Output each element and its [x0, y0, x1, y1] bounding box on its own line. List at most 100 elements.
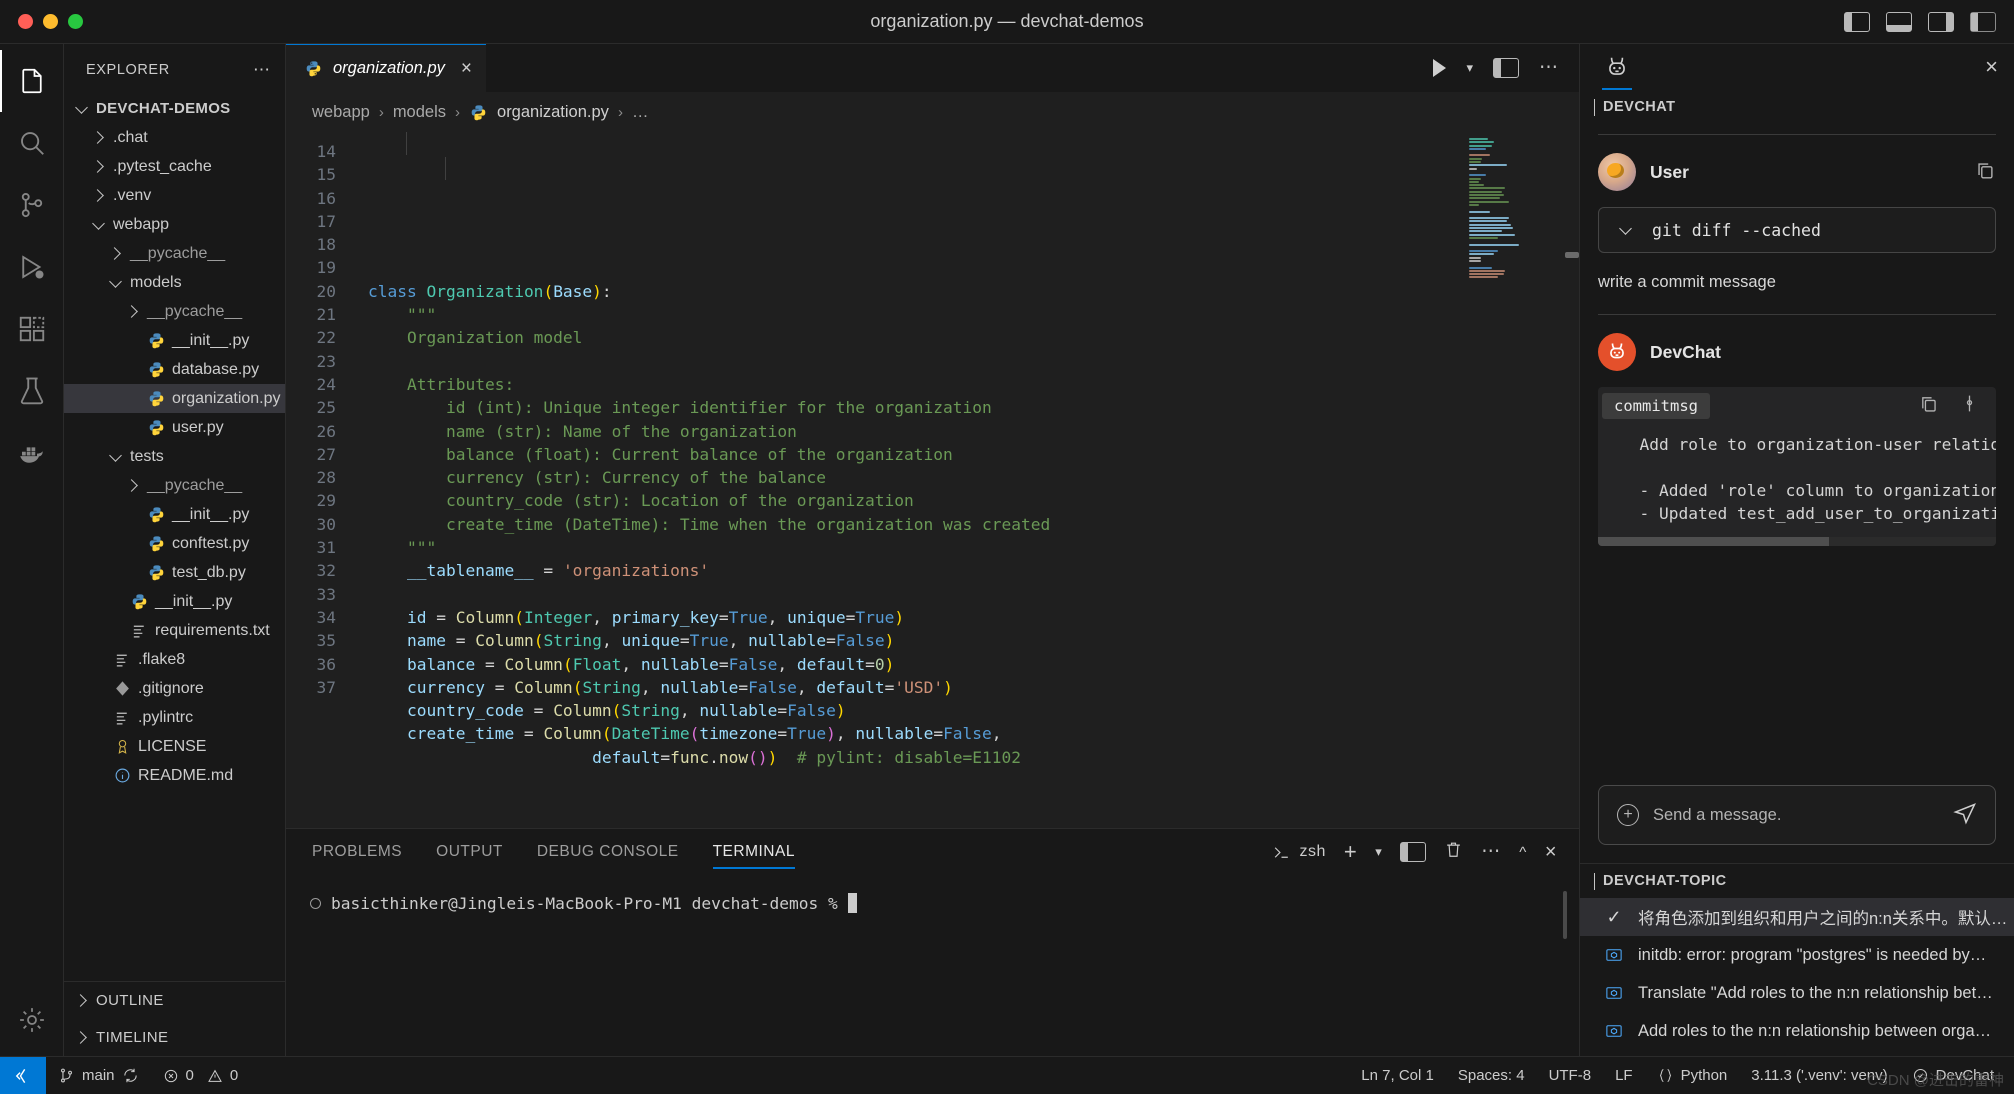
- split-terminal-icon[interactable]: [1400, 842, 1427, 862]
- sidebar-section-timeline[interactable]: TIMELINE: [64, 1019, 285, 1056]
- terminal-shell-label[interactable]: zsh: [1272, 843, 1325, 862]
- tree-item-test-db-py[interactable]: test_db.py: [64, 558, 285, 587]
- tree-item-webapp[interactable]: webapp: [64, 210, 285, 239]
- editor-more-actions-icon[interactable]: ⋯: [1539, 58, 1559, 77]
- status-eol[interactable]: LF: [1603, 1057, 1645, 1094]
- topic-list-item[interactable]: ✓ 将角色添加到组织和用户之间的n:n关系中。默认…: [1580, 898, 2014, 936]
- chevron-right-icon[interactable]: [89, 131, 107, 144]
- sidebar-item-run-and-debug[interactable]: [0, 236, 64, 298]
- insert-icon[interactable]: [1959, 393, 1980, 419]
- tree-item--venv[interactable]: .venv: [64, 181, 285, 210]
- close-devchat-icon[interactable]: ×: [1985, 54, 1998, 80]
- topic-list[interactable]: ✓ 将角色添加到组织和用户之间的n:n关系中。默认… initdb: error: …: [1580, 898, 2014, 1050]
- sidebar-item-source-control[interactable]: [0, 174, 64, 236]
- tree-root-devchat-demos[interactable]: DEVCHAT-DEMOS: [64, 94, 285, 123]
- message-input[interactable]: + Send a message.: [1598, 785, 1996, 845]
- tree-item--pycache-[interactable]: __pycache__: [64, 239, 285, 268]
- tree-item-conftest-py[interactable]: conftest.py: [64, 529, 285, 558]
- tree-item--pycache-[interactable]: __pycache__: [64, 297, 285, 326]
- panel-tabs[interactable]: PROBLEMS OUTPUT DEBUG CONSOLE TERMINAL zsh + ▾…: [286, 829, 1579, 875]
- zoom-window-button[interactable]: [68, 14, 83, 29]
- tree-item--gitignore[interactable]: .gitignore: [64, 674, 285, 703]
- panel-tab-output[interactable]: OUTPUT: [436, 829, 503, 875]
- status-language-mode[interactable]: Python: [1645, 1057, 1740, 1094]
- copy-icon[interactable]: [1974, 159, 1996, 186]
- panel-more-icon[interactable]: ⋯: [1481, 842, 1501, 861]
- chevron-right-icon[interactable]: [72, 994, 90, 1007]
- manage-settings-button[interactable]: [0, 994, 64, 1056]
- tree-item--flake8[interactable]: .flake8: [64, 645, 285, 674]
- toggle-panel-icon[interactable]: [1886, 11, 1912, 32]
- run-python-file-icon[interactable]: [1433, 59, 1447, 77]
- chevron-down-icon[interactable]: [1594, 99, 1595, 116]
- close-window-button[interactable]: [18, 14, 33, 29]
- plus-icon[interactable]: +: [1617, 804, 1639, 826]
- maximize-panel-icon[interactable]: ^: [1519, 844, 1527, 861]
- chevron-down-icon[interactable]: [1619, 222, 1632, 235]
- sidebar-sections[interactable]: OUTLINE TIMELINE: [64, 981, 285, 1056]
- tree-item-organization-py[interactable]: organization.py: [64, 384, 285, 413]
- tree-item--init-py[interactable]: __init__.py: [64, 500, 285, 529]
- status-indentation[interactable]: Spaces: 4: [1446, 1057, 1537, 1094]
- close-panel-icon[interactable]: ×: [1545, 841, 1557, 864]
- tree-item--init-py[interactable]: __init__.py: [64, 587, 285, 616]
- sidebar-item-explorer[interactable]: [0, 50, 64, 112]
- sidebar-item-extensions[interactable]: [0, 298, 64, 360]
- code-editor[interactable]: 14 15 16 17 18 19 20 21 22 23 24 25 26 27 28 29 30 31 32 33…: [286, 132, 1579, 828]
- tree-item-models[interactable]: models: [64, 268, 285, 297]
- chevron-right-icon[interactable]: [89, 160, 107, 173]
- chevron-down-icon[interactable]: [72, 100, 90, 114]
- chevron-down-icon[interactable]: [89, 216, 107, 230]
- terminal-body[interactable]: basicthinker@Jingleis-MacBook-Pro-M1 dev…: [286, 875, 1579, 1056]
- sidebar-item-search[interactable]: [0, 112, 64, 174]
- sidebar-item-docker[interactable]: [0, 422, 64, 484]
- terminal-profile-chevron-down-icon[interactable]: ▾: [1375, 844, 1382, 860]
- context-git-diff-cached[interactable]: git diff --cached: [1598, 207, 1996, 253]
- window-controls[interactable]: [0, 14, 83, 29]
- panel-tab-terminal[interactable]: TERMINAL: [712, 829, 796, 875]
- devchat-topic-header[interactable]: DEVCHAT-TOPIC: [1580, 864, 2014, 898]
- tree-item--init-py[interactable]: __init__.py: [64, 326, 285, 355]
- send-icon[interactable]: [1953, 801, 1977, 830]
- tree-item--pylintrc[interactable]: .pylintrc: [64, 703, 285, 732]
- editor-scrollbar[interactable]: [1565, 252, 1579, 258]
- split-editor-icon[interactable]: [1493, 58, 1519, 78]
- chevron-right-icon[interactable]: [89, 189, 107, 202]
- terminal-scrollbar[interactable]: [1563, 891, 1567, 939]
- minimize-window-button[interactable]: [43, 14, 58, 29]
- copy-icon[interactable]: [1918, 393, 1939, 419]
- tree-item--chat[interactable]: .chat: [64, 123, 285, 152]
- tree-item-readme-md[interactable]: README.md: [64, 761, 285, 790]
- status-cursor-position[interactable]: Ln 7, Col 1: [1349, 1057, 1446, 1094]
- tree-item--pytest-cache[interactable]: .pytest_cache: [64, 152, 285, 181]
- breadcrumb-file[interactable]: organization.py: [497, 103, 609, 122]
- breadcrumb[interactable]: webapp › models › organization.py › …: [286, 92, 1579, 132]
- toggle-secondary-sidebar-icon[interactable]: [1928, 11, 1954, 32]
- customize-layout-icon[interactable]: [1970, 11, 1996, 32]
- tree-item-tests[interactable]: tests: [64, 442, 285, 471]
- tab-organization-py[interactable]: organization.py ×: [286, 44, 487, 92]
- close-tab-icon[interactable]: ×: [461, 58, 472, 80]
- breadcrumb-webapp[interactable]: webapp: [312, 103, 370, 122]
- tree-item-database-py[interactable]: database.py: [64, 355, 285, 384]
- status-branch[interactable]: main: [46, 1057, 151, 1094]
- tree-item-license[interactable]: LICENSE: [64, 732, 285, 761]
- layout-controls[interactable]: [1844, 11, 2014, 32]
- kill-terminal-icon[interactable]: [1444, 840, 1463, 864]
- tree-item--pycache-[interactable]: __pycache__: [64, 471, 285, 500]
- panel-actions[interactable]: zsh + ▾ ⋯ ^ ×: [1272, 840, 1579, 864]
- tree-item-requirements-txt[interactable]: requirements.txt: [64, 616, 285, 645]
- devchat-section-header[interactable]: DEVCHAT: [1580, 90, 2014, 124]
- run-options-chevron-down-icon[interactable]: ▾: [1466, 60, 1473, 76]
- remote-window-icon[interactable]: [0, 1056, 46, 1094]
- panel-tab-problems[interactable]: PROBLEMS: [312, 829, 402, 875]
- sidebar-section-outline[interactable]: OUTLINE: [64, 982, 285, 1019]
- chevron-right-icon[interactable]: [123, 305, 141, 318]
- topic-list-item[interactable]: Add roles to the n:n relationship betwee…: [1580, 1012, 2014, 1050]
- breadcrumb-symbol[interactable]: …: [632, 103, 649, 122]
- devchat-rabbit-icon[interactable]: [1600, 50, 1634, 90]
- minimap[interactable]: [1469, 138, 1565, 279]
- sidebar-item-testing[interactable]: [0, 360, 64, 422]
- chevron-down-icon[interactable]: [106, 274, 124, 288]
- editor-actions[interactable]: ▾ ⋯: [1433, 44, 1579, 92]
